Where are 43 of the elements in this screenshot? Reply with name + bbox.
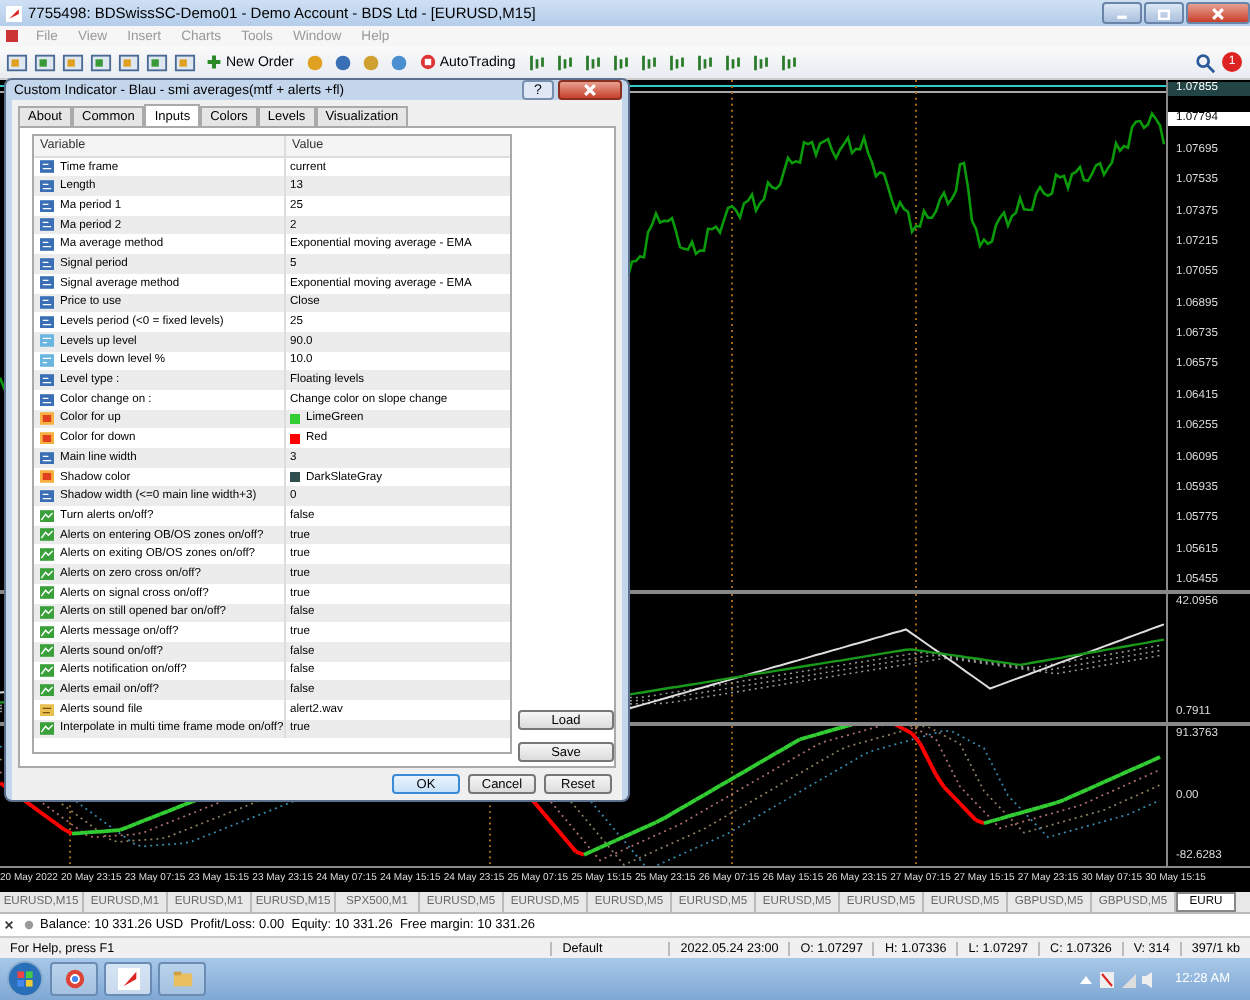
maximize-button[interactable] bbox=[1144, 2, 1184, 24]
toolbar-icon[interactable] bbox=[387, 51, 410, 73]
period-separator-line bbox=[731, 726, 733, 866]
plus-icon bbox=[206, 54, 222, 70]
toolbar-icon[interactable] bbox=[665, 51, 688, 73]
close-icon bbox=[582, 82, 598, 98]
toolbar-icon[interactable] bbox=[721, 51, 744, 73]
toolbar-icon[interactable] bbox=[609, 51, 632, 73]
toolbar-icon[interactable] bbox=[174, 51, 196, 73]
stop-icon bbox=[419, 54, 436, 70]
toolbar-icon[interactable] bbox=[777, 51, 800, 73]
chart-window-icon bbox=[6, 30, 18, 42]
app-icon bbox=[117, 968, 139, 990]
toolbar-icon[interactable] bbox=[525, 51, 548, 73]
close-button[interactable] bbox=[1186, 2, 1250, 24]
close-icon bbox=[1210, 5, 1226, 21]
app-icon bbox=[6, 5, 22, 21]
toolbar-icon[interactable] bbox=[6, 51, 28, 73]
taskbar-app[interactable] bbox=[104, 962, 152, 996]
taskbar-app[interactable] bbox=[50, 962, 98, 996]
toolbar-icon[interactable] bbox=[118, 51, 140, 73]
toolbar-icon[interactable] bbox=[146, 51, 168, 73]
close-button[interactable] bbox=[558, 80, 622, 100]
close-icon[interactable] bbox=[4, 920, 14, 930]
period-separator-line bbox=[915, 726, 917, 866]
toolbar-icon[interactable] bbox=[62, 51, 84, 73]
folder-icon bbox=[171, 968, 193, 990]
toolbar-icon[interactable] bbox=[581, 51, 604, 73]
start-button[interactable] bbox=[6, 960, 44, 998]
balance-icon bbox=[24, 920, 34, 930]
browser-icon bbox=[63, 968, 85, 990]
search-icon[interactable] bbox=[1194, 51, 1216, 73]
toolbar-icon[interactable] bbox=[331, 51, 354, 73]
period-separator-line bbox=[731, 594, 733, 722]
toolbar-icon[interactable] bbox=[637, 51, 660, 73]
period-separator-line bbox=[915, 594, 917, 722]
minimize-button[interactable] bbox=[1102, 2, 1142, 24]
toolbar-icon[interactable] bbox=[553, 51, 576, 73]
toolbar-icon[interactable] bbox=[693, 51, 716, 73]
toolbar-icon[interactable] bbox=[90, 51, 112, 73]
toolbar-icon[interactable] bbox=[34, 51, 56, 73]
toolbar-icon[interactable] bbox=[749, 51, 772, 73]
restore-icon bbox=[1156, 5, 1172, 21]
